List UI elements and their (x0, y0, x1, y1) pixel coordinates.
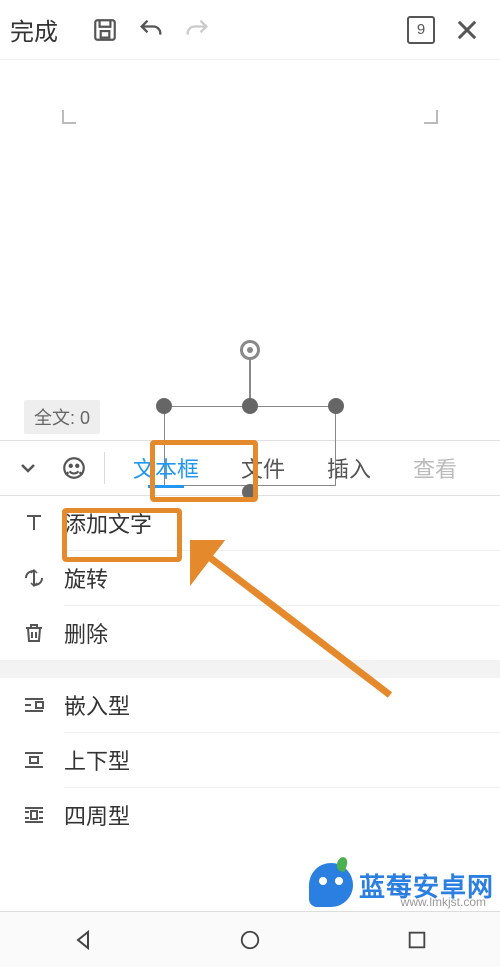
resize-handle[interactable] (242, 398, 258, 414)
emoji-icon[interactable] (54, 455, 94, 481)
save-icon[interactable] (82, 7, 128, 53)
chevron-down-icon[interactable] (8, 456, 48, 480)
nav-back-icon[interactable] (53, 920, 113, 960)
canvas-corner-icon (424, 110, 438, 124)
tab-insert[interactable]: 插入 (309, 440, 389, 496)
textbox-menu: 添加文字 旋转 删除 (0, 496, 500, 660)
nav-recent-icon[interactable] (387, 920, 447, 960)
system-nav-bar (0, 911, 500, 967)
tab-textbox[interactable]: 文本框 (115, 440, 217, 496)
canvas-corner-icon (62, 110, 76, 124)
word-count-badge: 全文: 0 (24, 400, 100, 434)
menu-label: 上下型 (64, 744, 482, 776)
tab-file[interactable]: 文件 (223, 440, 303, 496)
wrap-inline-icon (18, 693, 50, 717)
panel-tab-row: 文本框 文件 插入 查看 (0, 440, 500, 496)
undo-icon[interactable] (128, 7, 174, 53)
tab-view[interactable]: 查看 (395, 440, 475, 496)
menu-label: 嵌入型 (64, 689, 482, 721)
menu-rotate[interactable]: 旋转 (0, 551, 500, 605)
page-count-button[interactable]: 9 (398, 7, 444, 53)
menu-label: 四周型 (64, 799, 482, 831)
top-toolbar: 完成 9 (0, 0, 500, 60)
menu-label: 添加文字 (64, 507, 482, 539)
watermark: 蓝莓安卓网 www.lmkjst.com (309, 863, 494, 907)
watermark-url: www.lmkjst.com (401, 895, 486, 909)
wrap-around-icon (18, 803, 50, 827)
nav-home-icon[interactable] (220, 920, 280, 960)
watermark-logo-icon (309, 863, 353, 907)
redo-icon (174, 7, 220, 53)
section-divider (0, 660, 500, 678)
wrap-menu: 嵌入型 上下型 四周型 (0, 678, 500, 842)
done-button[interactable]: 完成 (10, 12, 58, 47)
menu-wrap-topbottom[interactable]: 上下型 (0, 733, 500, 787)
menu-wrap-around[interactable]: 四周型 (0, 788, 500, 842)
menu-label: 删除 (64, 617, 482, 649)
resize-handle[interactable] (156, 398, 172, 414)
wrap-topbottom-icon (18, 748, 50, 772)
rotate-icon (18, 566, 50, 590)
document-canvas[interactable]: 全文: 0 (0, 60, 500, 440)
divider (104, 452, 105, 484)
close-icon[interactable] (444, 7, 490, 53)
trash-icon (18, 621, 50, 645)
menu-wrap-inline[interactable]: 嵌入型 (0, 678, 500, 732)
page-number: 9 (407, 16, 435, 44)
menu-add-text[interactable]: 添加文字 (0, 496, 500, 550)
rotate-handle-icon[interactable] (240, 340, 260, 360)
resize-handle[interactable] (328, 398, 344, 414)
menu-label: 旋转 (64, 562, 482, 594)
text-icon (18, 511, 50, 535)
menu-delete[interactable]: 删除 (0, 606, 500, 660)
